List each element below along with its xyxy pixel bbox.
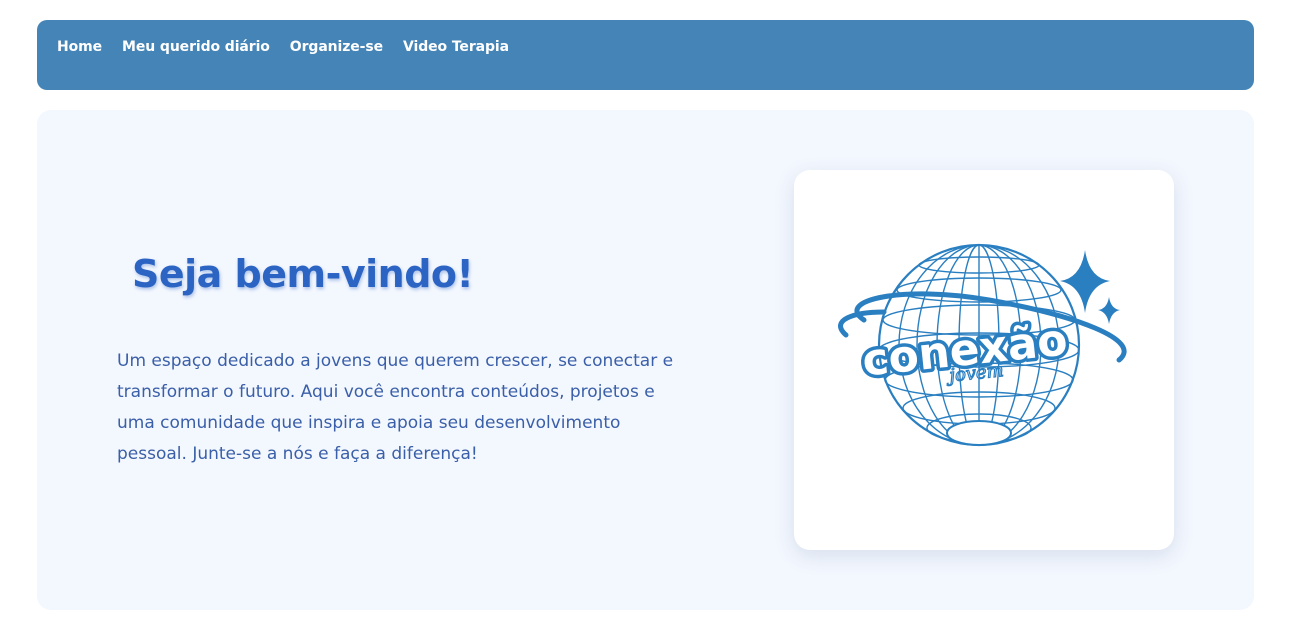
nav-link-video-therapy[interactable]: Video Terapia xyxy=(403,39,509,55)
hero-section: Seja bem-vindo! Um espaço dedicado a jov… xyxy=(37,110,1254,610)
top-navbar: Home Meu querido diário Organize-se Vide… xyxy=(37,20,1254,90)
hero-description: Um espaço dedicado a jovens que querem c… xyxy=(117,351,674,464)
logo-card: conexão jovem xyxy=(794,170,1174,550)
hero-title: Seja bem-vindo! xyxy=(132,252,474,296)
nav-link-home[interactable]: Home xyxy=(57,39,102,55)
globe-with-sparkles-icon: conexão jovem xyxy=(838,243,1127,447)
nav-link-organize[interactable]: Organize-se xyxy=(290,39,383,55)
nav-link-diary[interactable]: Meu querido diário xyxy=(122,39,270,55)
